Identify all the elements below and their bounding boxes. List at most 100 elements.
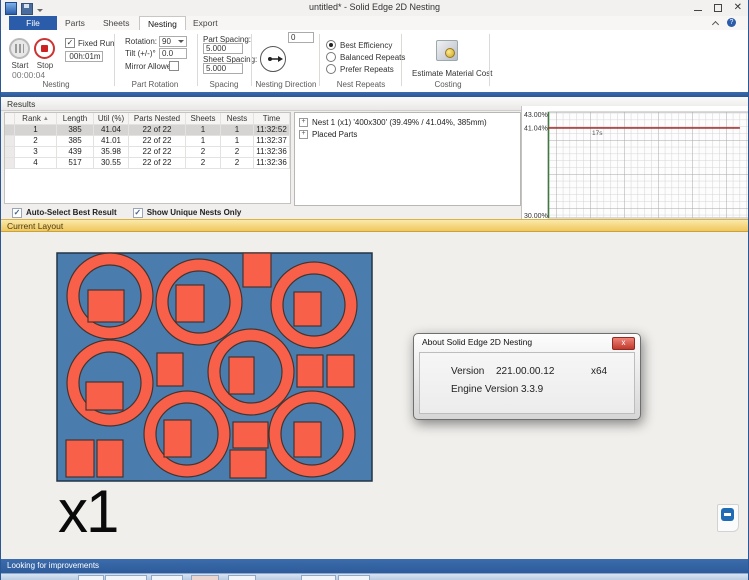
radio-option-balanced-repeats[interactable]: Balanced Repeats bbox=[326, 52, 405, 62]
rect-part[interactable] bbox=[157, 353, 183, 386]
radio-option-prefer-repeats[interactable]: Prefer Repeats bbox=[326, 64, 394, 74]
nest-repeats-group-label: Nest Repeats bbox=[323, 80, 399, 89]
nest-tree: +Nest 1 (x1) '400x300' (39.49% / 41.04%,… bbox=[294, 112, 521, 206]
rect-part[interactable] bbox=[164, 420, 191, 457]
part-spacing-field[interactable]: 5.000 bbox=[203, 43, 243, 54]
tab-parts[interactable]: Parts bbox=[57, 16, 93, 30]
chart-svg: 43.00%41.04%30.00%17s bbox=[522, 106, 749, 219]
taskbar-button[interactable] bbox=[301, 575, 336, 580]
tab-file[interactable]: File bbox=[9, 16, 57, 30]
spacing-group-label: Spacing bbox=[197, 80, 251, 89]
restore-icon[interactable] bbox=[714, 4, 722, 12]
checkbox-label: Show Unique Nests Only bbox=[147, 208, 242, 217]
column-header[interactable]: Parts Nested bbox=[129, 113, 186, 125]
tree-item[interactable]: +Placed Parts bbox=[299, 128, 520, 140]
result-option-checkbox[interactable]: ✓ Show Unique Nests Only bbox=[133, 208, 242, 218]
table-cell: 385 bbox=[57, 125, 94, 136]
minimize-icon[interactable] bbox=[694, 10, 702, 11]
radio-label: Best Efficiency bbox=[340, 41, 392, 50]
rect-part[interactable] bbox=[86, 382, 123, 410]
column-header[interactable]: Length bbox=[57, 113, 94, 125]
rect-part[interactable] bbox=[243, 253, 271, 287]
table-cell: 22 of 22 bbox=[129, 136, 186, 147]
result-option-checkbox[interactable]: ✓Auto-Select Best Result bbox=[12, 208, 117, 218]
rotation-dropdown[interactable]: 90 bbox=[159, 36, 187, 47]
rect-part[interactable] bbox=[66, 440, 94, 477]
costing-group-label: Costing bbox=[413, 80, 483, 89]
run-duration-field[interactable]: 00h:01m bbox=[65, 51, 103, 62]
rect-part[interactable] bbox=[88, 290, 124, 322]
table-cell: 2 bbox=[186, 147, 221, 158]
column-header[interactable]: Rank▲ bbox=[15, 113, 57, 125]
table-cell: 439 bbox=[57, 147, 94, 158]
table-row[interactable]: 343935.9822 of 222211:32:36 bbox=[5, 147, 290, 158]
fixed-run-checkbox[interactable]: ✓ Fixed Run bbox=[65, 38, 114, 48]
table-cell: 41.04 bbox=[94, 125, 129, 136]
tab-export[interactable]: Export bbox=[185, 16, 226, 30]
row-selector[interactable] bbox=[5, 147, 15, 158]
taskbar-button[interactable] bbox=[151, 575, 183, 580]
taskbar-button[interactable] bbox=[78, 575, 104, 580]
rect-part[interactable] bbox=[233, 422, 268, 448]
start-button[interactable] bbox=[9, 38, 30, 59]
table-row[interactable]: 238541.0122 of 221111:32:37 bbox=[5, 136, 290, 147]
stop-button[interactable] bbox=[34, 38, 55, 59]
column-header[interactable]: Sheets bbox=[186, 113, 221, 125]
status-bar: Looking for improvements bbox=[1, 559, 748, 573]
rect-part[interactable] bbox=[297, 355, 323, 387]
expand-icon[interactable]: + bbox=[299, 118, 308, 127]
ribbon: Start Stop 00:00:04 ✓ Fixed Run 00h:01m … bbox=[1, 30, 748, 92]
row-selector[interactable] bbox=[5, 125, 15, 136]
sheet-spacing-field[interactable]: 5.000 bbox=[203, 63, 243, 74]
column-header[interactable]: Util (%) bbox=[94, 113, 129, 125]
rect-part[interactable] bbox=[327, 355, 354, 387]
group-divider bbox=[251, 34, 252, 86]
table-cell: 1 bbox=[221, 136, 254, 147]
taskbar-button[interactable] bbox=[191, 575, 219, 580]
version-value: 221.00.00.12 bbox=[496, 366, 554, 377]
tree-item[interactable]: +Nest 1 (x1) '400x300' (39.49% / 41.04%,… bbox=[299, 116, 520, 128]
estimate-material-cost-icon[interactable] bbox=[436, 40, 458, 61]
row-selector[interactable] bbox=[5, 158, 15, 169]
window-title: untitled* - Solid Edge 2D Nesting bbox=[1, 2, 748, 12]
rotation-label: Rotation: bbox=[125, 37, 157, 46]
radio-label: Prefer Repeats bbox=[340, 65, 394, 74]
close-icon[interactable]: ✕ bbox=[734, 2, 742, 13]
radio-label: Balanced Repeats bbox=[340, 53, 405, 62]
radio-option-best-efficiency[interactable]: Best Efficiency bbox=[326, 40, 392, 50]
rect-part[interactable] bbox=[230, 450, 266, 478]
taskbar-button[interactable] bbox=[228, 575, 256, 580]
version-label: Version bbox=[451, 366, 484, 377]
help-icon[interactable]: ? bbox=[727, 18, 736, 27]
layout-canvas[interactable]: x1 About Solid Edge 2D Nesting x Version… bbox=[1, 232, 748, 559]
column-header[interactable]: Nests bbox=[221, 113, 254, 125]
row-selector[interactable] bbox=[5, 136, 15, 147]
collapse-ribbon-icon[interactable] bbox=[713, 20, 719, 26]
checkbox-icon: ✓ bbox=[133, 208, 143, 218]
rect-part[interactable] bbox=[176, 285, 204, 322]
tilt-field[interactable]: 0.0 bbox=[159, 48, 187, 59]
table-cell: 41.01 bbox=[94, 136, 129, 147]
mirror-allowed-checkbox[interactable] bbox=[169, 61, 179, 71]
taskbar-button[interactable] bbox=[105, 575, 147, 580]
rect-part[interactable] bbox=[294, 422, 321, 457]
nesting-direction-dial[interactable] bbox=[260, 46, 286, 72]
column-header[interactable]: Time bbox=[254, 113, 290, 125]
rect-part[interactable] bbox=[97, 440, 123, 477]
tab-sheets[interactable]: Sheets bbox=[95, 16, 137, 30]
remote-access-panel-icon[interactable] bbox=[717, 504, 739, 532]
estimate-material-cost-label[interactable]: Estimate Material Cost bbox=[412, 69, 492, 78]
table-cell: 1 bbox=[186, 136, 221, 147]
table-row[interactable]: 138541.0422 of 221111:32:52 bbox=[5, 125, 290, 136]
table-cell: 1 bbox=[186, 125, 221, 136]
table-row[interactable]: 451730.5522 of 222211:32:36 bbox=[5, 158, 290, 169]
architecture-value: x64 bbox=[591, 366, 607, 377]
table-cell: 22 of 22 bbox=[129, 158, 186, 169]
direction-angle-field[interactable]: 0 bbox=[288, 32, 314, 43]
rect-part[interactable] bbox=[229, 357, 254, 394]
expand-icon[interactable]: + bbox=[299, 130, 308, 139]
dialog-close-button[interactable]: x bbox=[612, 337, 635, 350]
rect-part[interactable] bbox=[294, 292, 321, 326]
about-dialog-body: Version 221.00.00.12 x64 Engine Version … bbox=[419, 352, 635, 414]
taskbar-button[interactable] bbox=[338, 575, 370, 580]
